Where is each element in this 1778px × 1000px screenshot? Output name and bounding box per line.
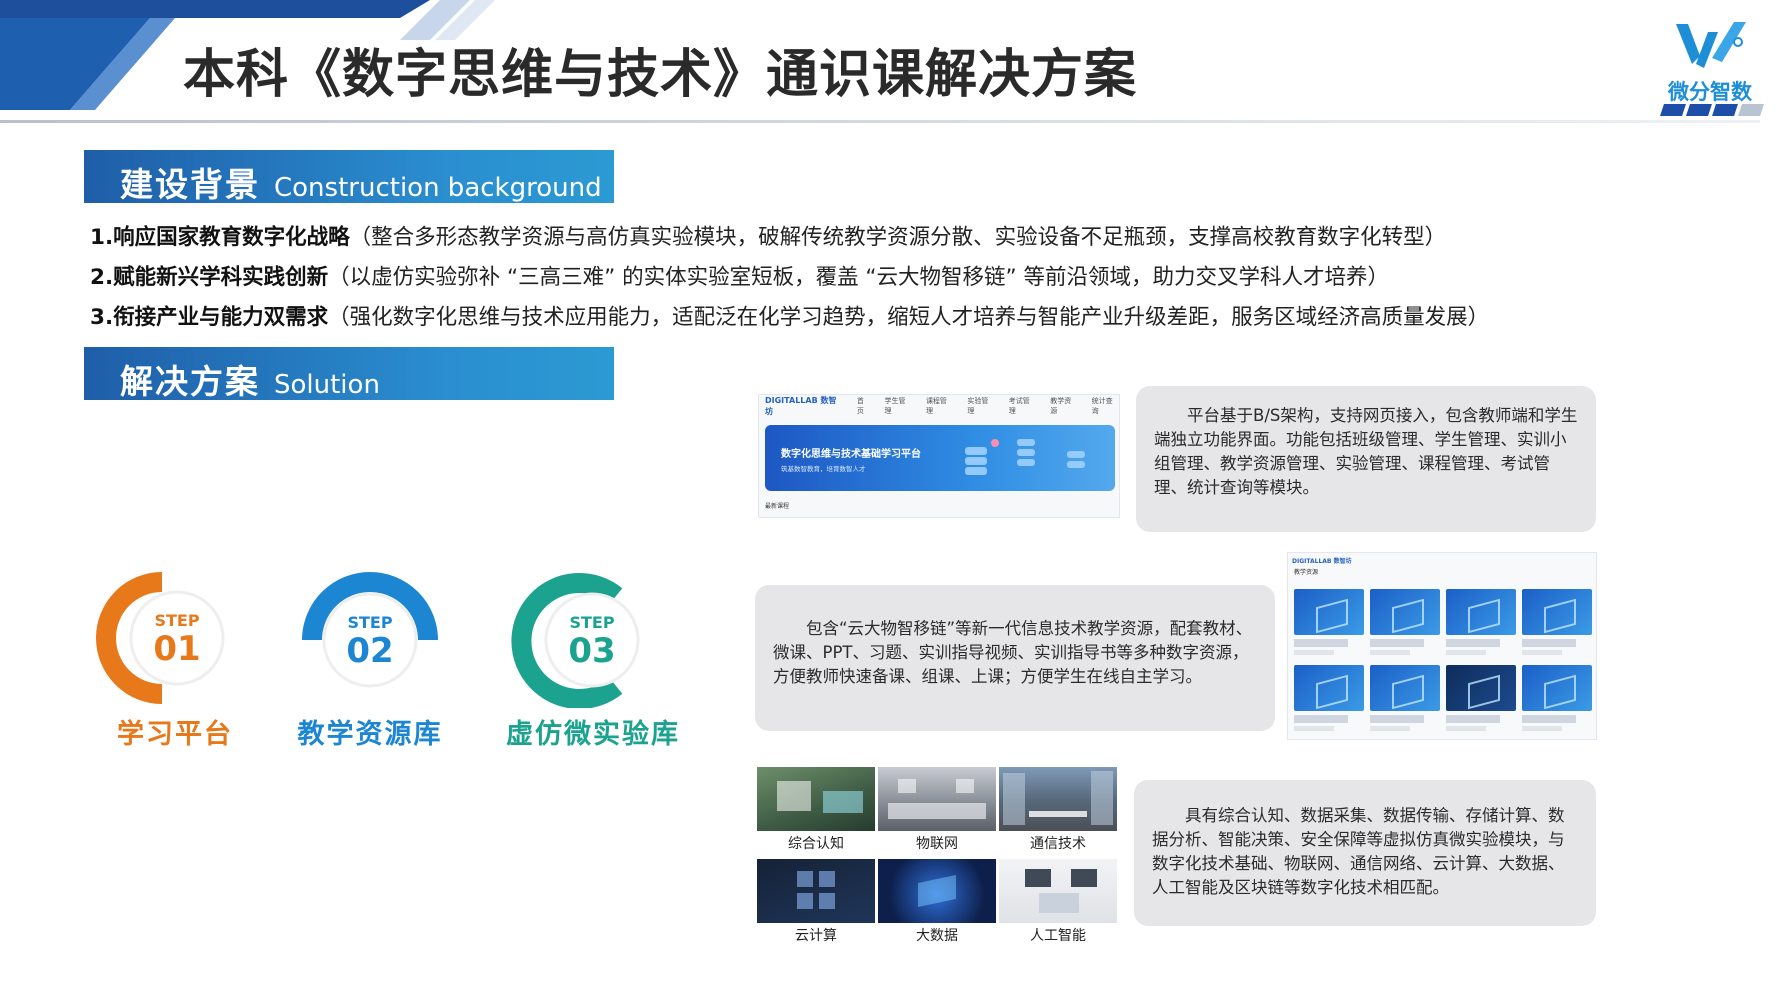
lab-caption: 人工智能: [1030, 928, 1086, 944]
section-header-solution: 解决方案 Solution: [84, 347, 614, 401]
nav-item: 实验管理: [967, 397, 989, 415]
platform-screenshot: DIGITALLAB 数智坊 首页 学生管理 课程管理 实验管理 考试管理 教学…: [758, 394, 1120, 518]
resource-tile: [1370, 665, 1440, 731]
step-label: 虚仿微实验库: [506, 719, 680, 750]
lab-thumbnail: 人工智能: [999, 859, 1117, 949]
lab-image: [999, 767, 1117, 831]
lab-image: [878, 859, 996, 923]
lab-image: [878, 767, 996, 831]
section-title-zh: 建设背景: [120, 165, 260, 204]
lab-caption: 大数据: [916, 928, 958, 944]
background-point: 2.赋能新兴学科实践创新（以虚仿实验弥补 “三高三难” 的实体实验室短板，覆盖 …: [90, 258, 1690, 298]
server-stack-icon: [965, 439, 1085, 475]
step-word: STEP: [347, 613, 392, 632]
resource-tile: [1294, 665, 1364, 731]
resources-description: 包含“云大物智移链”等新一代信息技术教学资源，配套教材、微课、PPT、习题、实训…: [755, 585, 1275, 731]
platform-nav: DIGITALLAB 数智坊 首页 学生管理 课程管理 实验管理 考试管理 教学…: [759, 395, 1119, 417]
section-title-en: Solution: [274, 370, 380, 400]
step-01: STEP 01 学习平台: [80, 568, 270, 768]
banner-title: 数字化思维与技术基础学习平台: [781, 449, 921, 460]
step-03: STEP 03 虚仿微实验库: [478, 568, 708, 768]
resource-section-label: 教学资源: [1294, 569, 1319, 576]
step-number: 01: [153, 629, 200, 669]
resource-tile: [1294, 589, 1364, 655]
platform-brand: DIGITALLAB 数智坊: [765, 396, 837, 416]
step-label: 学习平台: [117, 719, 233, 750]
point-detail: （整合多形态教学资源与高仿真实验模块，破解传统教学资源分散、实验设备不足瓶颈，支…: [349, 225, 1447, 250]
lab-image: [999, 859, 1117, 923]
lab-caption: 物联网: [916, 836, 958, 852]
resource-tile: [1522, 665, 1592, 731]
platform-footer: 最新课程: [765, 503, 790, 510]
nav-item: 课程管理: [925, 397, 947, 415]
step-word: STEP: [154, 611, 199, 630]
resource-grid: [1294, 589, 1592, 731]
lab-thumbnail: 综合认知: [757, 767, 875, 857]
logo-bars: [1660, 104, 1764, 116]
point-detail: （强化数字化思维与技术应用能力，适配泛在化学习趋势，缩短人才培养与智能产业升级差…: [328, 305, 1490, 330]
step-02-ring-icon: STEP 02: [302, 572, 438, 688]
resource-brand: DIGITALLAB 数智坊: [1292, 558, 1352, 565]
header-divider: [0, 120, 1760, 123]
point-lead: 1.响应国家教育数字化战略: [90, 225, 350, 250]
lab-caption: 综合认知: [788, 836, 844, 852]
labs-description: 具有综合认知、数据采集、数据传输、存储计算、数据分析、智能决策、安全保障等虚拟仿…: [1134, 780, 1596, 926]
nav-item: 统计查询: [1091, 397, 1113, 415]
step-label: 教学资源库: [297, 719, 443, 750]
solution-steps: STEP 01 学习平台 STEP 02 教学资源库 STEP 03 虚仿微实验…: [55, 568, 695, 768]
resource-tile: [1522, 589, 1592, 655]
virtual-lab-gallery: 综合认知 物联网 通信技术 云计算 大数据 人工智能: [757, 767, 1119, 957]
nav-item: 教学资源: [1050, 397, 1072, 415]
page-title: 本科《数字思维与技术》通识课解决方案: [183, 45, 1138, 105]
section-title-en: Construction background: [274, 173, 602, 203]
lab-thumbnail: 云计算: [757, 859, 875, 949]
lab-image: [757, 767, 875, 831]
lab-thumbnail: 物联网: [878, 767, 996, 857]
logo-mark-icon: [1676, 22, 1746, 68]
step-02: STEP 02 教学资源库: [275, 568, 465, 768]
resource-tile: [1446, 589, 1516, 655]
banner-subtitle: 筑基数智教育，培育数智人才: [781, 465, 866, 473]
step-word: STEP: [569, 613, 614, 632]
background-points: 1.响应国家教育数字化战略（整合多形态教学资源与高仿真实验模块，破解传统教学资源…: [90, 218, 1690, 338]
platform-banner: 数字化思维与技术基础学习平台 筑基数智教育，培育数智人才: [765, 425, 1115, 491]
company-logo: 微分智数: [1660, 14, 1764, 124]
lab-caption: 云计算: [795, 928, 837, 944]
lab-thumbnail: 大数据: [878, 859, 996, 949]
lab-caption: 通信技术: [1030, 836, 1086, 852]
lab-image: [757, 859, 875, 923]
resource-tile: [1370, 589, 1440, 655]
logo-text: 微分智数: [1668, 80, 1752, 104]
step-number: 02: [346, 631, 393, 671]
background-point: 3.衔接产业与能力双需求（强化数字化思维与技术应用能力，适配泛在化学习趋势，缩短…: [90, 298, 1690, 338]
step-03-ring-icon: STEP 03: [511, 573, 640, 708]
point-lead: 2.赋能新兴学科实践创新: [90, 265, 329, 290]
nav-item: 首页: [856, 397, 864, 415]
point-lead: 3.衔接产业与能力双需求: [90, 305, 329, 330]
resource-tile: [1446, 665, 1516, 731]
lab-thumbnail: 通信技术: [999, 767, 1117, 857]
nav-item: 学生管理: [884, 397, 906, 415]
section-title-zh: 解决方案: [120, 362, 260, 401]
section-header-background: 建设背景 Construction background: [84, 150, 614, 204]
resource-library-screenshot: DIGITALLAB 数智坊 教学资源: [1287, 552, 1597, 740]
nav-item: 考试管理: [1008, 397, 1030, 415]
step-01-ring-icon: STEP 01: [96, 572, 225, 704]
background-point: 1.响应国家教育数字化战略（整合多形态教学资源与高仿真实验模块，破解传统教学资源…: [90, 218, 1690, 258]
point-detail: （以虚仿实验弥补 “三高三难” 的实体实验室短板，覆盖 “云大物智移链” 等前沿…: [328, 265, 1390, 290]
step-number: 03: [568, 631, 615, 671]
platform-description: 平台基于B/S架构，支持网页接入，包含教师端和学生端独立功能界面。功能包括班级管…: [1136, 386, 1596, 532]
